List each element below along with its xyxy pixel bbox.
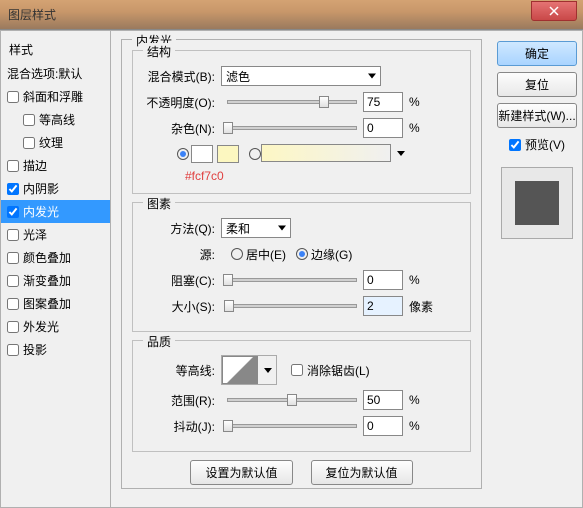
color-radio[interactable] <box>177 148 189 160</box>
range-label: 范围(R): <box>143 392 221 409</box>
gradient-overlay-checkbox[interactable] <box>7 275 19 287</box>
style-item-texture[interactable]: 纹理 <box>1 131 110 154</box>
stroke-checkbox[interactable] <box>7 160 19 172</box>
size-label: 大小(S): <box>143 298 221 315</box>
chevron-down-icon <box>264 368 272 373</box>
elements-legend: 图素 <box>143 195 175 212</box>
technique-dropdown[interactable]: 柔和 <box>221 218 291 238</box>
texture-checkbox[interactable] <box>23 137 35 149</box>
jitter-slider[interactable] <box>227 424 357 428</box>
blend-mode-dropdown[interactable]: 滤色 <box>221 66 381 86</box>
contour-label: 等高线: <box>143 362 221 379</box>
blend-mode-label: 混合模式(B): <box>143 68 221 85</box>
noise-label: 杂色(N): <box>143 120 221 137</box>
style-item-bevel[interactable]: 斜面和浮雕 <box>1 85 110 108</box>
structure-legend: 结构 <box>143 43 175 60</box>
style-item-gradient-overlay[interactable]: 渐变叠加 <box>1 269 110 292</box>
style-item-satin[interactable]: 光泽 <box>1 223 110 246</box>
style-item-color-overlay[interactable]: 颜色叠加 <box>1 246 110 269</box>
cancel-button[interactable]: 复位 <box>497 72 577 97</box>
color-overlay-checkbox[interactable] <box>7 252 19 264</box>
jitter-input[interactable] <box>363 416 403 436</box>
source-edge-radio[interactable] <box>296 248 308 260</box>
chevron-down-icon <box>278 226 286 231</box>
inner-shadow-checkbox[interactable] <box>7 183 19 195</box>
opacity-input[interactable] <box>363 92 403 112</box>
source-label: 源: <box>143 246 221 263</box>
quality-legend: 品质 <box>143 333 175 350</box>
contour-picker[interactable] <box>221 355 277 385</box>
size-input[interactable] <box>363 296 403 316</box>
gradient-picker[interactable] <box>261 144 391 165</box>
choke-input[interactable] <box>363 270 403 290</box>
jitter-label: 抖动(J): <box>143 418 221 435</box>
new-style-button[interactable]: 新建样式(W)... <box>497 103 577 128</box>
style-item-inner-shadow[interactable]: 内阴影 <box>1 177 110 200</box>
gradient-radio[interactable] <box>249 148 261 160</box>
technique-label: 方法(Q): <box>143 220 221 237</box>
structure-group: 结构 混合模式(B): 滤色 不透明度(O): % 杂色(N): % <box>132 50 471 194</box>
preview-swatch <box>515 181 559 225</box>
range-input[interactable] <box>363 390 403 410</box>
window-title: 图层样式 <box>8 6 56 23</box>
style-list-panel: 样式 混合选项:默认 斜面和浮雕 等高线 纹理 描边 内阴影 内发光 光泽 颜色… <box>1 31 111 507</box>
action-panel: 确定 复位 新建样式(W)... 预览(V) <box>492 31 582 507</box>
close-button[interactable] <box>531 1 577 21</box>
swatch-white[interactable] <box>191 145 213 163</box>
preview-box <box>501 167 573 239</box>
inner-glow-checkbox[interactable] <box>7 206 19 218</box>
style-list-header: 样式 <box>1 37 110 62</box>
style-item-inner-glow[interactable]: 内发光 <box>1 200 110 223</box>
ok-button[interactable]: 确定 <box>497 41 577 66</box>
swatch-cream[interactable] <box>217 145 239 163</box>
dialog-body: 样式 混合选项:默认 斜面和浮雕 等高线 纹理 描边 内阴影 内发光 光泽 颜色… <box>0 30 583 508</box>
chevron-down-icon <box>397 151 405 156</box>
style-item-outer-glow[interactable]: 外发光 <box>1 315 110 338</box>
contour-checkbox[interactable] <box>23 114 35 126</box>
preview-checkbox[interactable] <box>509 139 521 151</box>
drop-shadow-checkbox[interactable] <box>7 344 19 356</box>
contour-thumb-icon <box>222 356 258 384</box>
source-center-radio[interactable] <box>231 248 243 260</box>
preview-label: 预览(V) <box>525 136 565 153</box>
style-item-drop-shadow[interactable]: 投影 <box>1 338 110 361</box>
pattern-overlay-checkbox[interactable] <box>7 298 19 310</box>
size-slider[interactable] <box>227 304 357 308</box>
make-default-button[interactable]: 设置为默认值 <box>190 460 292 485</box>
style-item-pattern-overlay[interactable]: 图案叠加 <box>1 292 110 315</box>
close-icon <box>549 6 559 16</box>
antialias-label: 消除锯齿(L) <box>307 362 370 379</box>
range-slider[interactable] <box>227 398 357 402</box>
choke-slider[interactable] <box>227 278 357 282</box>
noise-slider[interactable] <box>227 126 357 130</box>
blend-options-item[interactable]: 混合选项:默认 <box>1 62 110 85</box>
elements-group: 图素 方法(Q): 柔和 源: 居中(E) 边缘(G) 阻塞(C): % <box>132 202 471 332</box>
inner-glow-fieldset: 内发光 结构 混合模式(B): 滤色 不透明度(O): % 杂色(N): <box>121 39 482 489</box>
opacity-slider[interactable] <box>227 100 357 104</box>
chevron-down-icon <box>368 74 376 79</box>
opacity-label: 不透明度(O): <box>143 94 221 111</box>
bevel-checkbox[interactable] <box>7 91 19 103</box>
blend-options-label: 混合选项:默认 <box>7 65 82 82</box>
antialias-checkbox[interactable] <box>291 364 303 376</box>
title-bar: 图层样式 <box>0 0 583 30</box>
style-item-contour[interactable]: 等高线 <box>1 108 110 131</box>
choke-label: 阻塞(C): <box>143 272 221 289</box>
quality-group: 品质 等高线: 消除锯齿(L) 范围(R): % 抖动(J): <box>132 340 471 452</box>
style-item-stroke[interactable]: 描边 <box>1 154 110 177</box>
satin-checkbox[interactable] <box>7 229 19 241</box>
noise-input[interactable] <box>363 118 403 138</box>
reset-default-button[interactable]: 复位为默认值 <box>311 460 413 485</box>
settings-panel: 内发光 结构 混合模式(B): 滤色 不透明度(O): % 杂色(N): <box>111 31 492 507</box>
hex-note: #fcf7c0 <box>185 169 460 183</box>
outer-glow-checkbox[interactable] <box>7 321 19 333</box>
